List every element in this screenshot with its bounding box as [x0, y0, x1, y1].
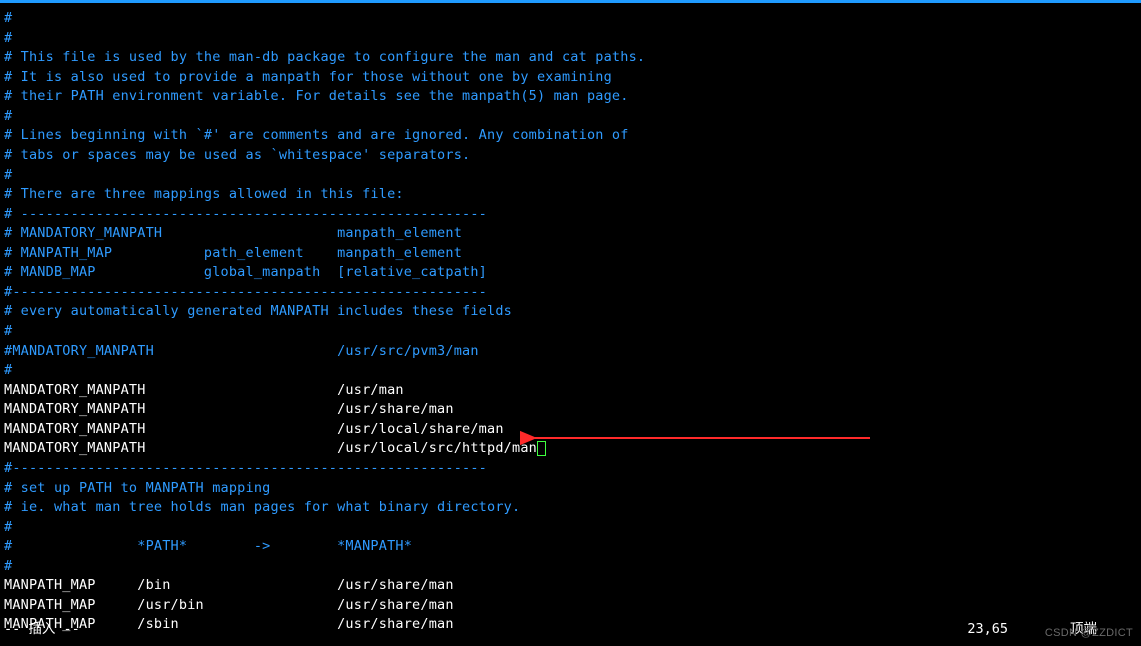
config-directive-line: MANPATH_MAP /bin /usr/share/man [4, 576, 1137, 596]
config-comment-line: # MANDB_MAP global_manpath [relative_cat… [4, 263, 1137, 283]
config-comment-line: # [4, 29, 1137, 49]
config-comment-line: # It is also used to provide a manpath f… [4, 68, 1137, 88]
config-comment-line: #---------------------------------------… [4, 459, 1137, 479]
config-comment-line: # [4, 9, 1137, 29]
config-comment-line: #---------------------------------------… [4, 283, 1137, 303]
config-comment-line: # set up PATH to MANPATH mapping [4, 479, 1137, 499]
config-comment-line: # [4, 322, 1137, 342]
config-comment-line: # [4, 361, 1137, 381]
text-cursor [537, 441, 546, 456]
config-comment-line: # ie. what man tree holds man pages for … [4, 498, 1137, 518]
vim-mode-indicator: -- 插入 -- [4, 620, 80, 640]
config-comment-line: # [4, 557, 1137, 577]
config-comment-line: # *PATH* -> *MANPATH* [4, 537, 1137, 557]
config-comment-line: # This file is used by the man-db packag… [4, 48, 1137, 68]
config-comment-line: # [4, 518, 1137, 538]
config-comment-line: #MANDATORY_MANPATH /usr/src/pvm3/man [4, 342, 1137, 362]
config-directive-line: MANDATORY_MANPATH /usr/local/src/httpd/m… [4, 439, 1137, 459]
config-comment-line: # There are three mappings allowed in th… [4, 185, 1137, 205]
config-comment-line: # tabs or spaces may be used as `whitesp… [4, 146, 1137, 166]
vim-status-bar: -- 插入 -- 23,65 顶端 [4, 620, 1137, 640]
config-comment-line: # MANPATH_MAP path_element manpath_eleme… [4, 244, 1137, 264]
config-comment-line: # [4, 166, 1137, 186]
config-directive-line: MANDATORY_MANPATH /usr/share/man [4, 400, 1137, 420]
config-directive-line: MANDATORY_MANPATH /usr/local/share/man [4, 420, 1137, 440]
config-directive-line: MANDATORY_MANPATH /usr/man [4, 381, 1137, 401]
terminal-viewport[interactable]: ### This file is used by the man-db pack… [0, 3, 1141, 635]
config-comment-line: # --------------------------------------… [4, 205, 1137, 225]
config-comment-line: # every automatically generated MANPATH … [4, 302, 1137, 322]
config-comment-line: # Lines beginning with `#' are comments … [4, 126, 1137, 146]
config-comment-line: # [4, 107, 1137, 127]
config-comment-line: # their PATH environment variable. For d… [4, 87, 1137, 107]
cursor-position: 23,65 [967, 620, 1008, 640]
watermark-text: CSDN @ZZDICT [1045, 626, 1133, 642]
config-directive-line: MANPATH_MAP /usr/bin /usr/share/man [4, 596, 1137, 616]
config-comment-line: # MANDATORY_MANPATH manpath_element [4, 224, 1137, 244]
